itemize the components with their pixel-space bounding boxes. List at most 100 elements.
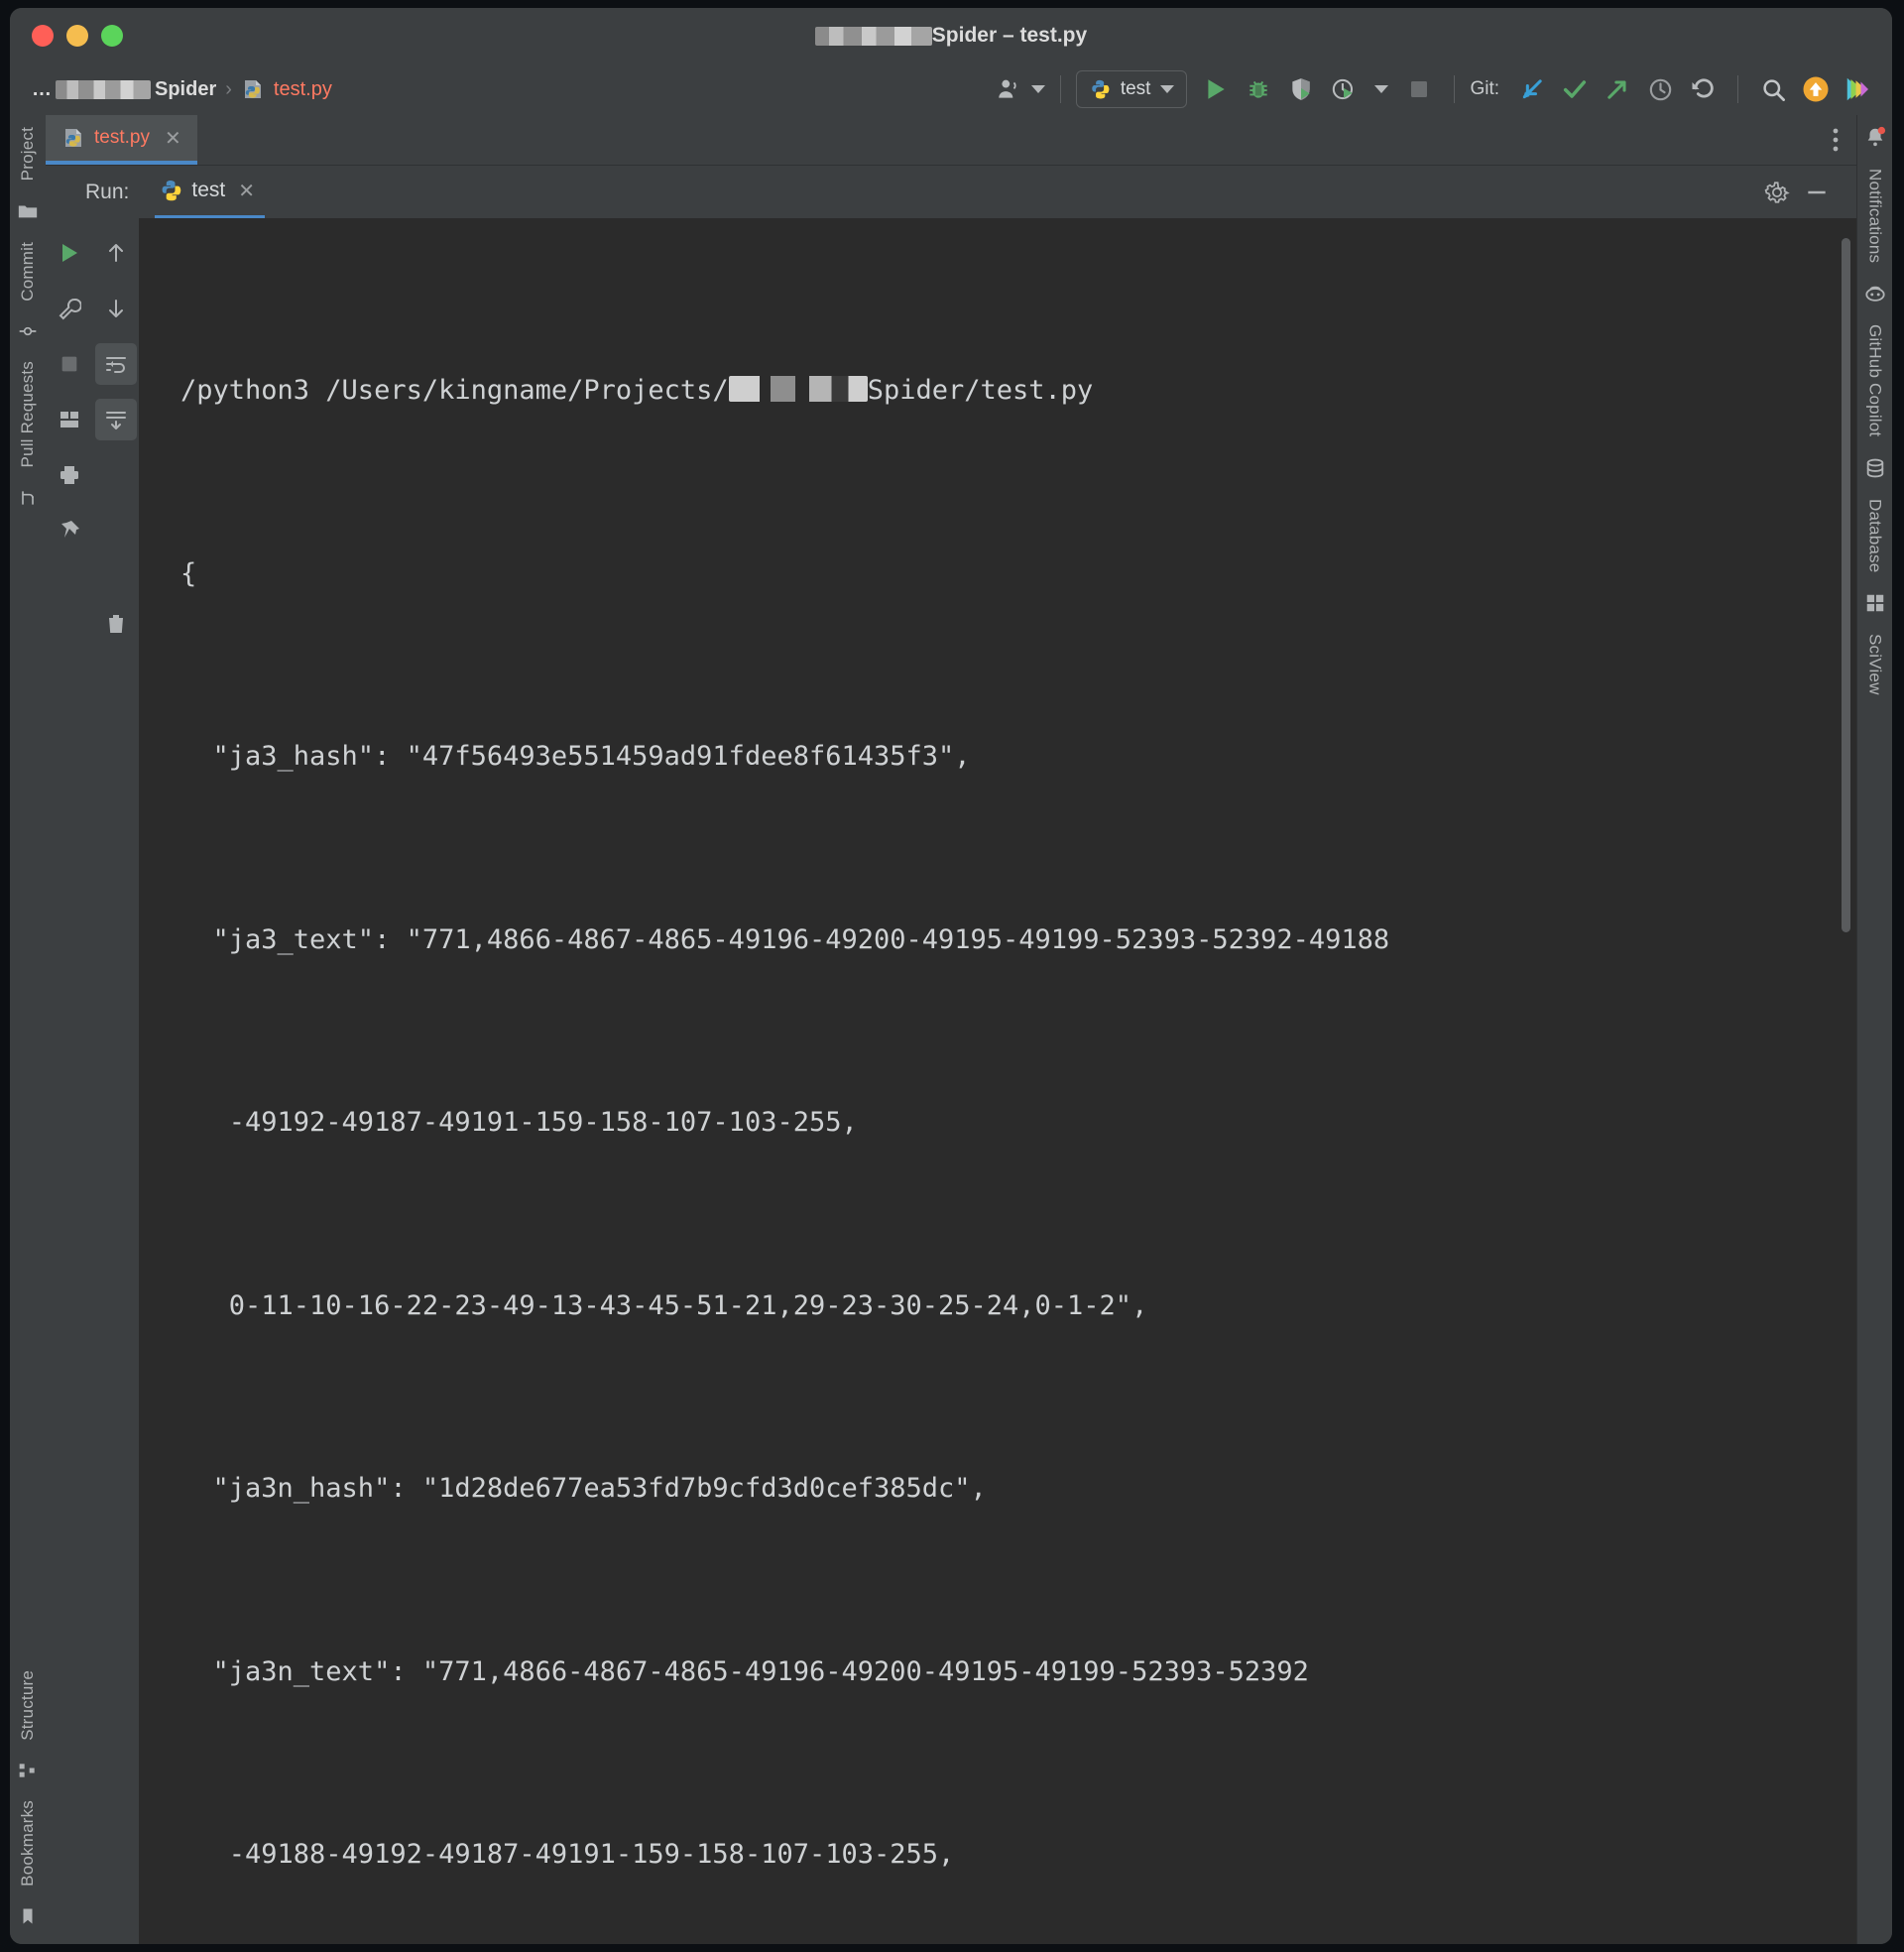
close-window-button[interactable] [32,25,54,47]
git-commit-icon[interactable] [1555,69,1595,109]
run-button[interactable] [1196,69,1236,109]
run-tool-window: Run: test ✕ /python3 /Users/kingname/Pro… [46,165,1856,1944]
bookmarks-icon[interactable] [19,1906,37,1926]
console-line: /python3 /Users/kingname/Projects/Spider… [180,360,1856,422]
profile-button[interactable] [1324,69,1364,109]
window-title: Spider – test.py [10,8,1892,63]
toolbar-divider-3 [1737,75,1738,103]
window-controls[interactable] [32,25,123,47]
run-config-label: test [1120,78,1151,99]
sidebar-item-notifications[interactable]: Notifications [1865,157,1885,275]
console-vertical-scrollbar[interactable] [1842,238,1850,932]
ai-assistant-icon[interactable] [1839,69,1878,109]
toolbar-divider [1059,75,1061,103]
maximize-window-button[interactable] [101,25,123,47]
git-label: Git: [1470,78,1499,99]
sidebar-item-sciview[interactable]: SciView [1865,622,1885,707]
coverage-button[interactable] [1281,69,1321,109]
profile-dropdown-caret-icon[interactable] [1374,85,1389,93]
breadcrumb-project[interactable]: … Spider [32,78,216,101]
python-file-icon [241,77,265,101]
breadcrumb-separator: › [225,77,232,100]
database-icon[interactable] [1864,457,1886,479]
stop-button[interactable] [1399,69,1439,109]
editor-and-run-column: test.py ✕ 11 12 13 14 [46,115,1856,1944]
sciview-icon[interactable] [1864,592,1886,614]
soft-wrap-icon[interactable] [94,343,137,385]
chevron-down-icon[interactable] [1160,85,1175,93]
console-cmd-suffix: Spider/test.py [867,375,1094,406]
stop-icon[interactable] [49,343,90,385]
github-copilot-icon[interactable] [1864,283,1886,305]
structure-icon[interactable] [18,1761,38,1780]
pull-request-icon[interactable] [18,488,38,508]
run-tab-label: test [191,179,226,201]
project-folder-icon[interactable] [17,200,39,222]
breadcrumb[interactable]: … Spider › test.py [32,77,332,101]
console-line: -49192-49187-49191-159-158-107-103-255, [180,1107,858,1138]
toolbar-divider-2 [1454,75,1456,103]
editor-options-icon[interactable] [1815,115,1856,165]
run-side-col-1 [46,226,92,1944]
editor-tab-bar: test.py ✕ [46,115,1856,165]
pin-icon[interactable] [49,510,90,551]
search-everywhere-icon[interactable] [1753,69,1793,109]
ide-window: Spider – test.py … Spider › test.py test… [10,8,1892,1944]
wrench-icon[interactable] [49,288,90,329]
sidebar-item-bookmarks[interactable]: Bookmarks [18,1788,38,1898]
rerun-icon[interactable] [49,232,90,274]
feedback-icon[interactable] [1796,69,1836,109]
print-icon[interactable] [49,454,90,496]
console-cmd-prefix: /python3 /Users/kingname/Projects/ [180,375,729,406]
ide-body: Project Commit Pull Requests Structure B… [10,115,1892,1944]
sidebar-item-github-copilot[interactable]: GitHub Copilot [1865,312,1885,448]
scroll-to-end-icon[interactable] [94,399,137,440]
run-panel-body: /python3 /Users/kingname/Projects/Spider… [46,218,1856,1944]
notifications-bell-icon[interactable] [1864,125,1886,149]
breadcrumb-ellipsis: … [32,77,52,100]
trash-icon[interactable] [95,603,137,645]
title-bar: Spider – test.py [10,8,1892,63]
console-line: "ja3_hash": "47f56493e551459ad91fdee8f61… [180,741,971,772]
debug-button[interactable] [1239,69,1278,109]
tab-bar-spacer [197,115,1815,165]
close-icon[interactable]: ✕ [165,126,181,151]
sidebar-item-project[interactable]: Project [18,115,38,192]
console-line: "ja3_text": "771,4866-4867-4865-49196-49… [180,923,1390,955]
main-toolbar: … Spider › test.py test Git: [10,63,1892,115]
gear-icon[interactable] [1757,173,1797,212]
redacted-path-segment [728,376,868,402]
git-history-icon[interactable] [1640,69,1680,109]
git-update-icon[interactable] [1512,69,1552,109]
python-file-icon [61,126,85,150]
down-arrow-icon[interactable] [95,288,137,329]
commit-icon[interactable] [18,321,38,341]
sidebar-item-pull-requests[interactable]: Pull Requests [18,349,38,480]
console-line: -49188-49192-49187-49191-159-158-107-103… [180,1839,955,1870]
run-tab-test[interactable]: test ✕ [155,166,265,218]
user-dropdown-caret-icon[interactable] [1030,85,1045,93]
redacted-project-name [814,26,932,46]
sidebar-item-structure[interactable]: Structure [18,1658,38,1753]
toolbar-right-group: test Git: [989,69,1878,109]
user-avatar-icon[interactable] [989,69,1028,109]
sidebar-item-commit[interactable]: Commit [18,230,38,313]
console-line: "ja3n_text": "771,4866-4867-4865-49196-4… [180,1655,1309,1687]
breadcrumb-file[interactable]: test.py [274,78,332,101]
run-console-output[interactable]: /python3 /Users/kingname/Projects/Spider… [139,218,1856,1944]
git-rollback-icon[interactable] [1683,69,1723,109]
sidebar-item-database[interactable]: Database [1865,487,1885,584]
minimize-window-button[interactable] [66,25,88,47]
run-side-col-2 [92,226,139,1944]
minimize-icon[interactable] [1797,173,1837,212]
console-line: 0-11-10-16-22-23-49-13-43-45-51-21,29-23… [180,1289,1148,1321]
up-arrow-icon[interactable] [95,232,137,274]
git-push-icon[interactable] [1598,69,1637,109]
run-configuration-selector[interactable]: test [1075,70,1188,108]
run-panel-header: Run: test ✕ [46,165,1856,218]
run-panel-title: Run: [85,180,130,203]
editor-tab-test-py[interactable]: test.py ✕ [46,115,197,165]
redacted-breadcrumb [56,79,151,99]
close-icon[interactable]: ✕ [238,179,255,203]
layout-icon[interactable] [49,399,90,440]
